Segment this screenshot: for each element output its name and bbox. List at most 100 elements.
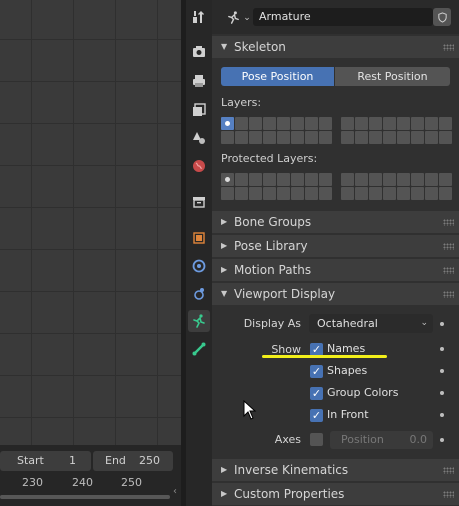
- layer-cell[interactable]: [383, 117, 396, 130]
- shapes-label[interactable]: Shapes: [327, 364, 367, 377]
- layer-cell[interactable]: [263, 187, 276, 200]
- layer-cell[interactable]: [397, 187, 410, 200]
- layer-cell[interactable]: [341, 117, 354, 130]
- axes-position-field[interactable]: Position 0.0: [330, 431, 433, 449]
- layer-cell[interactable]: [277, 131, 290, 144]
- layer-cell[interactable]: [221, 173, 234, 186]
- drag-grip-icon[interactable]: [443, 491, 454, 498]
- layer-cell[interactable]: [411, 117, 424, 130]
- layer-cell[interactable]: [439, 117, 452, 130]
- keyframe-dot-icon[interactable]: [440, 369, 444, 373]
- layer-cell[interactable]: [369, 187, 382, 200]
- layer-cell[interactable]: [355, 117, 368, 130]
- protected-layers-grid-right[interactable]: [341, 173, 452, 200]
- group-colors-checkbox[interactable]: ✓: [310, 387, 323, 400]
- layer-cell[interactable]: [249, 117, 262, 130]
- layer-cell[interactable]: [439, 187, 452, 200]
- layer-cell[interactable]: [263, 117, 276, 130]
- start-frame-field[interactable]: Start 1: [0, 451, 91, 471]
- drag-grip-icon[interactable]: [443, 219, 454, 226]
- axes-checkbox[interactable]: [310, 433, 323, 446]
- layer-cell[interactable]: [221, 187, 234, 200]
- timeline-scrollbar[interactable]: [0, 495, 170, 499]
- layer-cell[interactable]: [291, 131, 304, 144]
- 3d-viewport[interactable]: [0, 0, 181, 445]
- inverse-kinematics-panel-header[interactable]: ▶ Inverse Kinematics: [212, 459, 459, 481]
- pose-position-button[interactable]: Pose Position: [221, 67, 334, 86]
- world-tab[interactable]: [188, 155, 210, 177]
- layer-cell[interactable]: [221, 131, 234, 144]
- layer-cell[interactable]: [411, 187, 424, 200]
- motion-paths-panel-header[interactable]: ▶ Motion Paths: [212, 259, 459, 281]
- keyframe-dot-icon[interactable]: [440, 438, 444, 442]
- scene-tab[interactable]: [188, 127, 210, 149]
- layer-cell[interactable]: [319, 131, 332, 144]
- layer-cell[interactable]: [383, 173, 396, 186]
- layer-cell[interactable]: [305, 117, 318, 130]
- layer-cell[interactable]: [397, 173, 410, 186]
- output-tab[interactable]: [188, 70, 210, 92]
- layer-cell[interactable]: [291, 187, 304, 200]
- layer-cell[interactable]: [291, 117, 304, 130]
- in-front-checkbox[interactable]: ✓: [310, 409, 323, 422]
- layer-cell[interactable]: [369, 131, 382, 144]
- layer-cell[interactable]: [341, 131, 354, 144]
- layer-cell[interactable]: [439, 131, 452, 144]
- layer-cell[interactable]: [221, 117, 234, 130]
- layer-cell[interactable]: [425, 131, 438, 144]
- view-layer-tab[interactable]: [188, 99, 210, 121]
- armature-data-tab[interactable]: [188, 310, 210, 332]
- layer-cell[interactable]: [305, 173, 318, 186]
- group-colors-label[interactable]: Group Colors: [327, 386, 398, 399]
- layer-cell[interactable]: [249, 187, 262, 200]
- object-tab[interactable]: [188, 227, 210, 249]
- layer-cell[interactable]: [411, 173, 424, 186]
- names-label[interactable]: Names: [327, 342, 365, 355]
- layer-cell[interactable]: [369, 117, 382, 130]
- drag-grip-icon[interactable]: [443, 291, 454, 298]
- viewport-display-panel-header[interactable]: ▼ Viewport Display: [212, 283, 459, 305]
- layer-cell[interactable]: [235, 173, 248, 186]
- drag-grip-icon[interactable]: [443, 467, 454, 474]
- layer-cell[interactable]: [263, 173, 276, 186]
- shapes-checkbox[interactable]: ✓: [310, 365, 323, 378]
- bone-groups-panel-header[interactable]: ▶ Bone Groups: [212, 211, 459, 233]
- layer-cell[interactable]: [369, 173, 382, 186]
- layer-cell[interactable]: [277, 173, 290, 186]
- layer-cell[interactable]: [235, 117, 248, 130]
- layer-cell[interactable]: [319, 173, 332, 186]
- physics-tab[interactable]: [188, 283, 210, 305]
- pose-library-panel-header[interactable]: ▶ Pose Library: [212, 235, 459, 257]
- layer-cell[interactable]: [263, 131, 276, 144]
- layer-cell[interactable]: [383, 187, 396, 200]
- layer-cell[interactable]: [425, 187, 438, 200]
- layer-cell[interactable]: [305, 131, 318, 144]
- keyframe-dot-icon[interactable]: [440, 322, 444, 326]
- timeline[interactable]: Start 1 End 250 230 240 250: [0, 445, 181, 506]
- layer-cell[interactable]: [249, 173, 262, 186]
- display-as-dropdown[interactable]: Octahedral ⌄: [309, 314, 433, 333]
- layer-cell[interactable]: [355, 187, 368, 200]
- drag-grip-icon[interactable]: [443, 243, 454, 250]
- layer-cell[interactable]: [235, 187, 248, 200]
- bone-tab[interactable]: [188, 338, 210, 360]
- layer-cell[interactable]: [319, 117, 332, 130]
- layer-cell[interactable]: [235, 131, 248, 144]
- keyframe-dot-icon[interactable]: [440, 347, 444, 351]
- tool-tab[interactable]: [188, 6, 210, 28]
- protected-layers-grid-left[interactable]: [221, 173, 332, 200]
- layer-cell[interactable]: [341, 187, 354, 200]
- layer-cell[interactable]: [425, 173, 438, 186]
- layer-cell[interactable]: [439, 173, 452, 186]
- layer-cell[interactable]: [355, 131, 368, 144]
- layer-cell[interactable]: [397, 131, 410, 144]
- custom-properties-panel-header[interactable]: ▶ Custom Properties: [212, 483, 459, 505]
- in-front-label[interactable]: In Front: [327, 408, 369, 421]
- layer-cell[interactable]: [249, 131, 262, 144]
- data-type-button[interactable]: ⌄: [221, 8, 256, 27]
- layer-cell[interactable]: [277, 117, 290, 130]
- keyframe-dot-icon[interactable]: [440, 413, 444, 417]
- keyframe-dot-icon[interactable]: [440, 391, 444, 395]
- layer-cell[interactable]: [411, 131, 424, 144]
- modifiers-tab[interactable]: [188, 255, 210, 277]
